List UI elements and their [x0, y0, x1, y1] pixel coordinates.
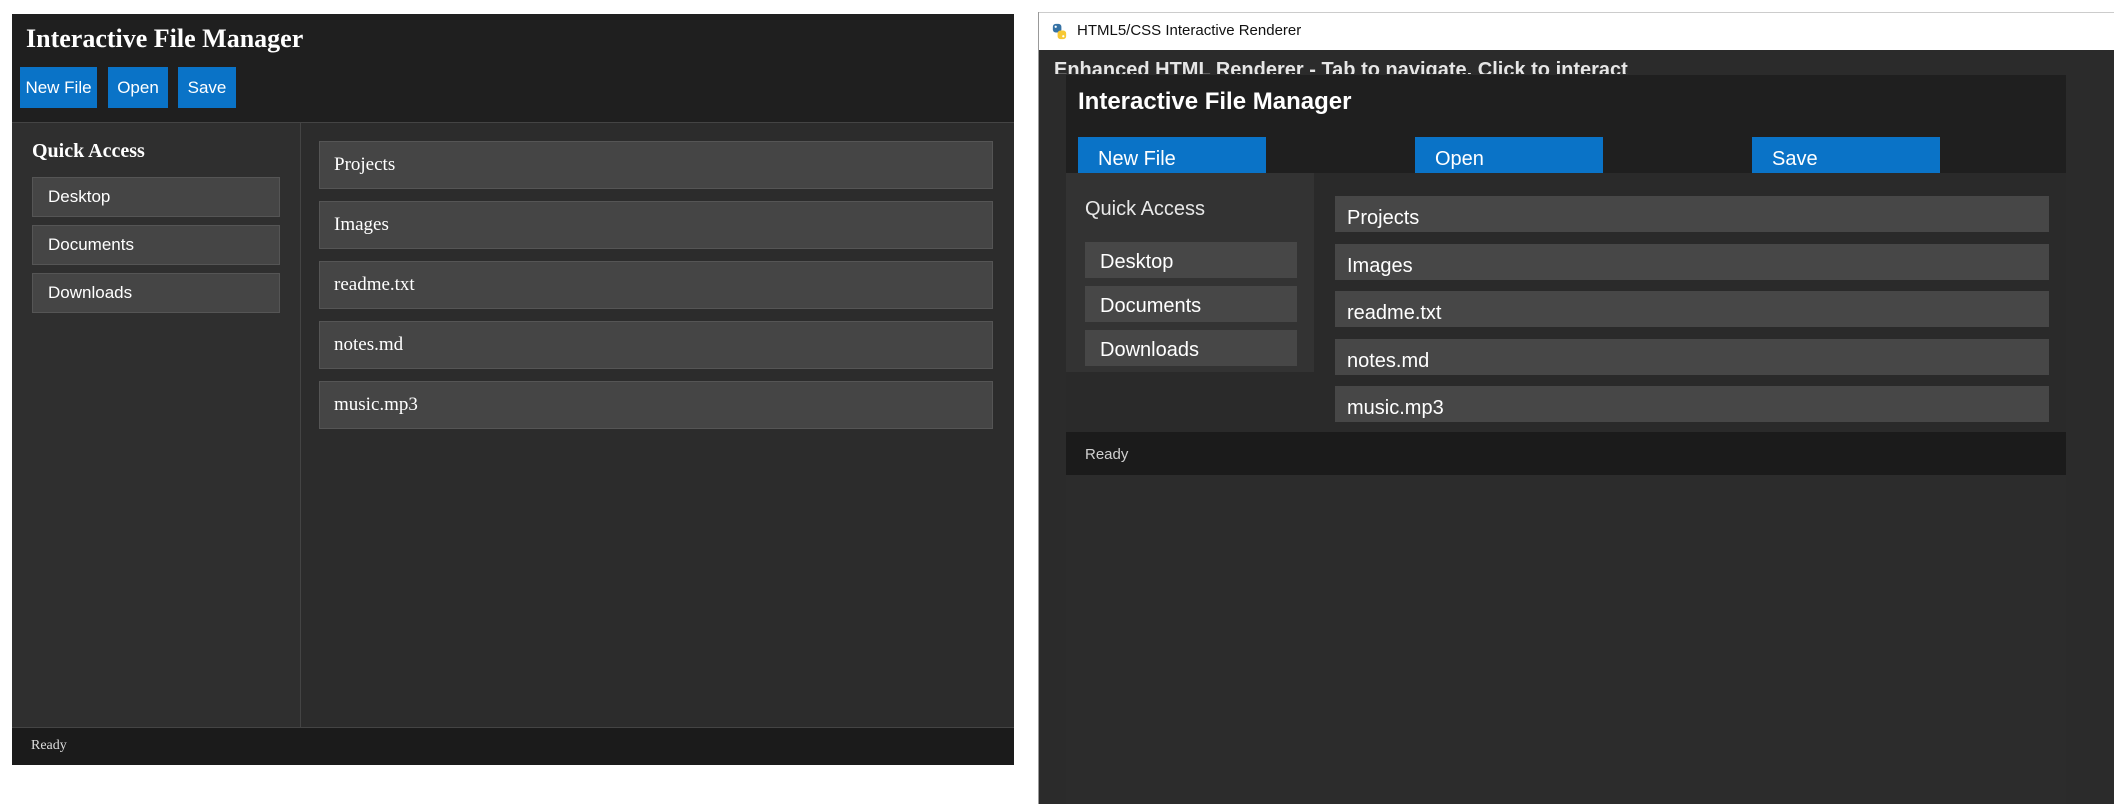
- status-bar: Ready: [12, 727, 1014, 765]
- sidebar-item-documents[interactable]: Documents: [1085, 286, 1297, 322]
- save-button[interactable]: Save: [178, 67, 236, 108]
- app-header: Interactive File Manager New File Open S…: [1066, 75, 2066, 173]
- window-titlebar[interactable]: HTML5/CSS Interactive Renderer: [1039, 12, 2114, 50]
- file-item[interactable]: Images: [319, 201, 993, 249]
- app-header: Interactive File Manager New File Open S…: [12, 14, 1014, 123]
- renderer-banner: Enhanced HTML Renderer - Tab to navigate…: [1054, 59, 1628, 74]
- sidebar-item-downloads[interactable]: Downloads: [32, 273, 280, 313]
- status-bar: Ready: [1066, 432, 2066, 475]
- new-file-button[interactable]: New File: [20, 67, 97, 108]
- file-item[interactable]: music.mp3: [319, 381, 993, 429]
- file-item[interactable]: notes.md: [1335, 339, 2049, 375]
- open-button[interactable]: Open: [108, 67, 168, 108]
- file-item[interactable]: Projects: [319, 141, 993, 189]
- sidebar-item-desktop[interactable]: Desktop: [1085, 242, 1297, 278]
- sidebar: Quick Access Desktop Documents Downloads: [1066, 173, 1314, 372]
- new-file-button[interactable]: New File: [1078, 137, 1266, 173]
- python-snake-icon: [1052, 23, 1067, 40]
- reference-app: Interactive File Manager New File Open S…: [12, 14, 1014, 765]
- file-item[interactable]: music.mp3: [1335, 386, 2049, 422]
- quick-access-heading: Quick Access: [1085, 198, 1206, 220]
- status-text: Ready: [1085, 446, 1129, 463]
- rendered-app: Interactive File Manager New File Open S…: [1066, 75, 2066, 804]
- app-title: Interactive File Manager: [1078, 88, 1352, 115]
- sidebar-item-downloads[interactable]: Downloads: [1085, 330, 1297, 366]
- save-button[interactable]: Save: [1752, 137, 1940, 173]
- file-item[interactable]: readme.txt: [1335, 291, 2049, 327]
- file-item[interactable]: Projects: [1335, 196, 2049, 232]
- file-item[interactable]: notes.md: [319, 321, 993, 369]
- renderer-window: HTML5/CSS Interactive Renderer Enhanced …: [1038, 12, 2114, 804]
- sidebar: Quick Access Desktop Documents Downloads: [12, 123, 301, 727]
- empty-canvas-area: [1066, 475, 2066, 804]
- file-item[interactable]: Images: [1335, 244, 2049, 280]
- open-button[interactable]: Open: [1415, 137, 1603, 173]
- quick-access-heading: Quick Access: [32, 140, 145, 162]
- file-item[interactable]: readme.txt: [319, 261, 993, 309]
- window-title: HTML5/CSS Interactive Renderer: [1077, 22, 1302, 39]
- sidebar-item-documents[interactable]: Documents: [32, 225, 280, 265]
- sidebar-item-desktop[interactable]: Desktop: [32, 177, 280, 217]
- app-title: Interactive File Manager: [26, 24, 304, 53]
- status-text: Ready: [31, 738, 67, 753]
